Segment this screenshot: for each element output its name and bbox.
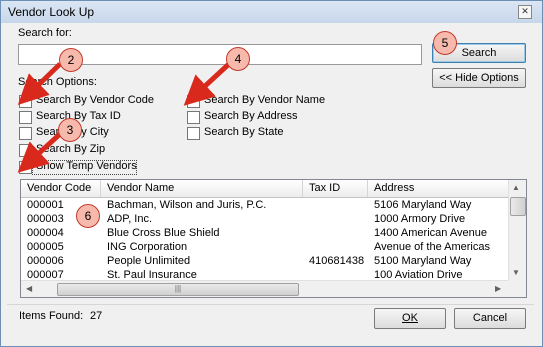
vertical-scroll-thumb[interactable] — [510, 197, 526, 216]
cell-vendor-code: 000004 — [27, 227, 64, 239]
vertical-scrollbar[interactable]: ▲ ▼ — [508, 180, 526, 280]
ok-button[interactable]: OK — [374, 308, 446, 329]
window-title: Vendor Look Up — [8, 5, 95, 19]
column-header-vendor-code[interactable]: Vendor Code — [27, 182, 91, 194]
scrollbar-corner — [508, 280, 526, 297]
column-header-address[interactable]: Address — [374, 182, 414, 194]
items-found-label: Items Found: — [19, 310, 84, 322]
close-icon: ✕ — [521, 6, 529, 16]
list-header: Vendor Code Vendor Name Tax ID Address — [21, 180, 526, 198]
checkbox-address-label: Search By Address — [204, 110, 298, 122]
checkbox-state-label: Search By State — [204, 126, 284, 138]
table-row[interactable]: 000005 ING Corporation Avenue of the Ame… — [21, 240, 508, 254]
cell-vendor-code: 000005 — [27, 241, 64, 253]
cell-address: 5106 Maryland Way — [374, 199, 472, 211]
scroll-down-icon[interactable]: ▼ — [512, 268, 520, 277]
scroll-up-icon[interactable]: ▲ — [512, 183, 520, 192]
search-button-label: Search — [461, 47, 497, 59]
cancel-button[interactable]: Cancel — [454, 308, 526, 329]
checkbox-show-temp-vendors-label: Show Temp Vendors — [36, 160, 137, 172]
annotation-bubble: 4 — [226, 47, 250, 71]
grip-icon: ||| — [174, 284, 182, 293]
checkmark-icon: ✔ — [21, 159, 32, 173]
horizontal-scroll-thumb[interactable]: ||| — [57, 283, 299, 296]
checkmark-icon: ✔ — [189, 93, 200, 107]
checkbox-zip[interactable] — [19, 144, 32, 157]
horizontal-scrollbar[interactable]: ◀ ||| ▶ — [21, 280, 508, 297]
scroll-right-icon[interactable]: ▶ — [495, 284, 501, 293]
close-button[interactable]: ✕ — [518, 5, 532, 19]
checkbox-vendor-code[interactable] — [19, 95, 32, 108]
items-found-count: 27 — [90, 310, 103, 322]
cancel-button-label: Cancel — [472, 312, 508, 324]
cell-vendor-name: Blue Cross Blue Shield — [107, 227, 220, 239]
checkbox-tax-id[interactable] — [19, 111, 32, 124]
hide-options-button-label: << Hide Options — [439, 72, 519, 84]
checkbox-zip-label: Search By Zip — [36, 143, 106, 155]
cell-tax-id: 410681438 — [309, 255, 365, 267]
cell-vendor-code: 000006 — [27, 255, 64, 267]
cell-vendor-name: ING Corporation — [107, 241, 188, 253]
ok-button-label: OK — [402, 312, 418, 324]
table-row[interactable]: 000006 People Unlimited 410681438 5100 M… — [21, 254, 508, 268]
hide-options-button[interactable]: << Hide Options — [432, 68, 526, 88]
checkbox-vendor-name-label: Search By Vendor Name — [204, 94, 326, 106]
checkbox-address[interactable] — [187, 111, 200, 124]
cell-vendor-name: ADP, Inc. — [107, 213, 153, 225]
annotation-bubble: 3 — [58, 118, 82, 142]
column-separator[interactable] — [100, 180, 101, 197]
cell-vendor-name: People Unlimited — [107, 255, 191, 267]
column-separator[interactable] — [367, 180, 368, 197]
checkbox-city[interactable] — [19, 127, 32, 140]
cell-address: Avenue of the Americas — [374, 241, 490, 253]
checkbox-state[interactable] — [187, 127, 200, 140]
cell-vendor-name: Bachman, Wilson and Juris, P.C. — [107, 199, 267, 211]
checkbox-vendor-name[interactable]: ✔ — [187, 93, 200, 108]
column-separator[interactable] — [302, 180, 303, 197]
column-header-tax-id[interactable]: Tax ID — [309, 182, 340, 194]
vendor-lookup-dialog: Vendor Look Up ✕ Search for: Search << H… — [0, 0, 543, 347]
cell-address: 1000 Armory Drive — [374, 213, 466, 225]
cell-address: 5100 Maryland Way — [374, 255, 472, 267]
checkbox-vendor-code-label: Search By Vendor Code — [36, 94, 155, 106]
annotation-bubble: 6 — [76, 204, 100, 228]
annotation-bubble: 5 — [433, 31, 457, 55]
vendor-list[interactable]: Vendor Code Vendor Name Tax ID Address 0… — [20, 179, 527, 298]
checkbox-show-temp-vendors[interactable]: ✔ — [19, 159, 32, 174]
search-for-label: Search for: — [18, 27, 72, 39]
title-bar: Vendor Look Up ✕ — [1, 1, 542, 23]
table-row[interactable]: 000004 Blue Cross Blue Shield 1400 Ameri… — [21, 226, 508, 240]
search-options-label: Search Options: — [18, 76, 97, 88]
divider — [7, 304, 534, 305]
cell-address: 1400 American Avenue — [374, 227, 487, 239]
column-header-vendor-name[interactable]: Vendor Name — [107, 182, 174, 194]
annotation-bubble: 2 — [59, 48, 83, 72]
checkbox-tax-id-label: Search By Tax ID — [36, 110, 121, 122]
scroll-left-icon[interactable]: ◀ — [26, 284, 32, 293]
